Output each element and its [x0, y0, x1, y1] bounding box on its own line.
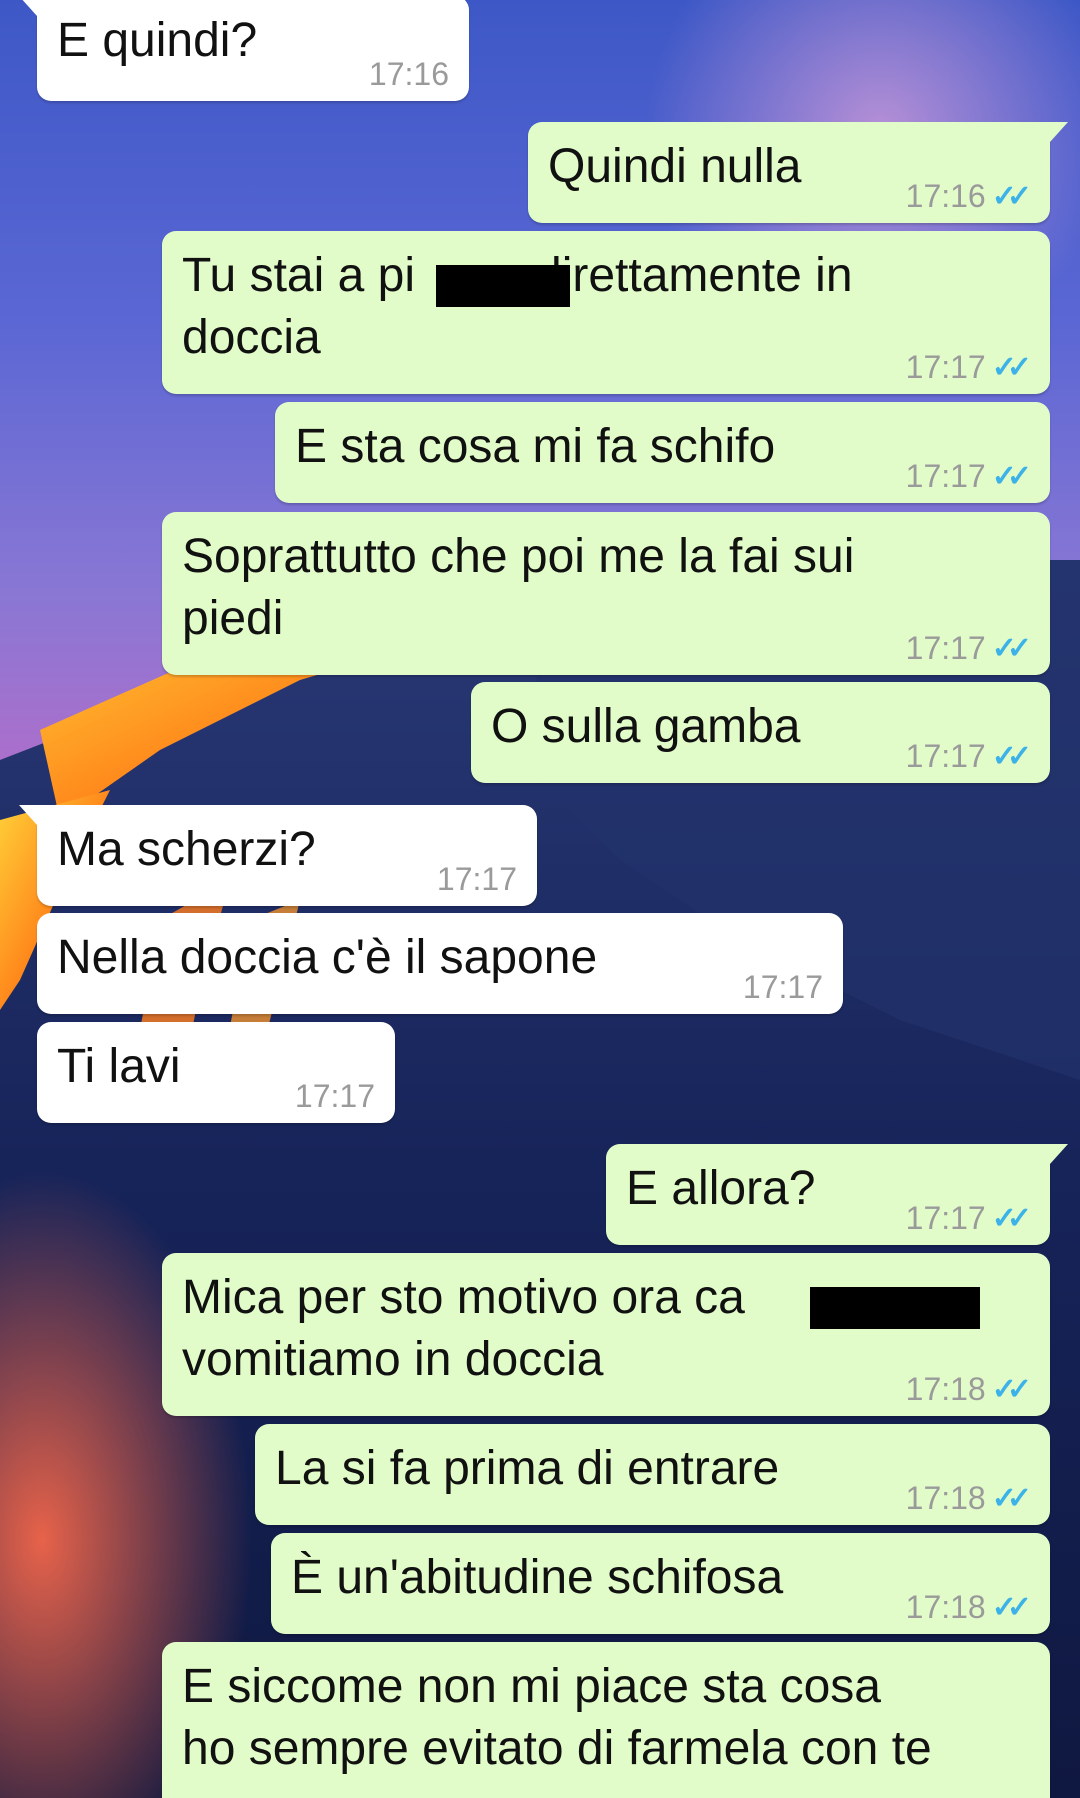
read-double-check-icon: ✓✓	[991, 180, 1032, 213]
message-timestamp: 17:18	[905, 1589, 986, 1625]
message-meta: 17:18 ✓✓	[905, 1371, 1032, 1408]
outgoing-message-bubble[interactable]: Mica per sto motivo ora ca e vomitiamo i…	[162, 1253, 1050, 1416]
incoming-message-bubble[interactable]: E quindi? 17:16	[19, 0, 469, 101]
outgoing-message-bubble[interactable]: È un'abitudine schifosa 17:18 ✓✓	[271, 1533, 1050, 1634]
outgoing-message-bubble[interactable]: E allora? 17:17 ✓✓	[606, 1144, 1068, 1245]
message-text: Tu stai a pi direttamente in doccia	[182, 249, 853, 364]
message-meta: 17:17 ✓✓	[905, 349, 1032, 386]
message-timestamp: 17:16	[905, 178, 986, 214]
read-double-check-icon: ✓✓	[991, 1591, 1032, 1624]
incoming-message-bubble[interactable]: Ti lavi 17:17	[37, 1022, 395, 1123]
outgoing-message-bubble[interactable]: Soprattutto che poi me la fai sui piedi …	[162, 512, 1050, 675]
read-double-check-icon: ✓✓	[991, 740, 1032, 773]
read-double-check-icon: ✓✓	[991, 1373, 1032, 1406]
message-timestamp: 17:17	[905, 1200, 986, 1236]
message-text: E siccome non mi piace sta cosa ho sempr…	[182, 1660, 932, 1775]
message-timestamp: 17:17	[905, 349, 986, 385]
read-double-check-icon: ✓✓	[991, 1202, 1032, 1235]
outgoing-message-bubble[interactable]: Quindi nulla 17:16 ✓✓	[528, 122, 1068, 223]
message-meta: 17:17	[437, 861, 517, 898]
message-timestamp: 17:17	[905, 630, 986, 666]
message-timestamp: 17:17	[905, 738, 986, 774]
outgoing-message-bubble[interactable]: E sta cosa mi fa schifo 17:17 ✓✓	[275, 402, 1050, 503]
redaction-bar	[810, 1287, 980, 1329]
message-text: Soprattutto che poi me la fai sui piedi	[182, 530, 855, 645]
outgoing-message-bubble[interactable]: Tu stai a pi direttamente in doccia 17:1…	[162, 231, 1050, 394]
message-meta: 17:16 ✓✓	[905, 178, 1032, 215]
message-text: Mica per sto motivo ora ca e vomitiamo i…	[182, 1271, 958, 1386]
read-double-check-icon: ✓✓	[991, 460, 1032, 493]
message-meta: 17:17 ✓✓	[905, 738, 1032, 775]
message-timestamp: 17:18	[905, 1371, 986, 1407]
message-meta: 17:18 ✓✓	[905, 1480, 1032, 1517]
message-timestamp: 17:18	[905, 1480, 986, 1516]
message-timestamp: 17:17	[294, 1078, 375, 1114]
message-timestamp: 17:17	[742, 969, 823, 1005]
incoming-message-bubble[interactable]: Ma scherzi? 17:17	[19, 805, 537, 906]
message-text: Nella doccia c'è il sapone	[57, 931, 598, 984]
read-double-check-icon: ✓✓	[991, 1482, 1032, 1515]
message-meta: 17:16	[369, 56, 449, 93]
outgoing-message-bubble[interactable]: E siccome non mi piace sta cosa ho sempr…	[162, 1642, 1050, 1798]
read-double-check-icon: ✓✓	[991, 632, 1032, 665]
message-meta: 17:17	[295, 1078, 375, 1115]
outgoing-message-bubble[interactable]: La si fa prima di entrare 17:18 ✓✓	[255, 1424, 1050, 1525]
message-meta: 17:17 ✓✓	[905, 458, 1032, 495]
message-meta: 17:17	[743, 969, 823, 1006]
message-meta: 17:18 ✓✓	[905, 1589, 1032, 1626]
message-timestamp: 17:16	[368, 56, 449, 92]
message-timestamp: 17:17	[436, 861, 517, 897]
outgoing-message-bubble[interactable]: O sulla gamba 17:17 ✓✓	[471, 682, 1050, 783]
incoming-message-bubble[interactable]: Nella doccia c'è il sapone 17:17	[37, 913, 843, 1014]
message-timestamp: 17:17	[905, 458, 986, 494]
read-double-check-icon: ✓✓	[991, 351, 1032, 384]
message-meta: 17:17 ✓✓	[905, 1200, 1032, 1237]
message-meta: 17:17 ✓✓	[905, 630, 1032, 667]
redaction-bar	[436, 265, 570, 307]
